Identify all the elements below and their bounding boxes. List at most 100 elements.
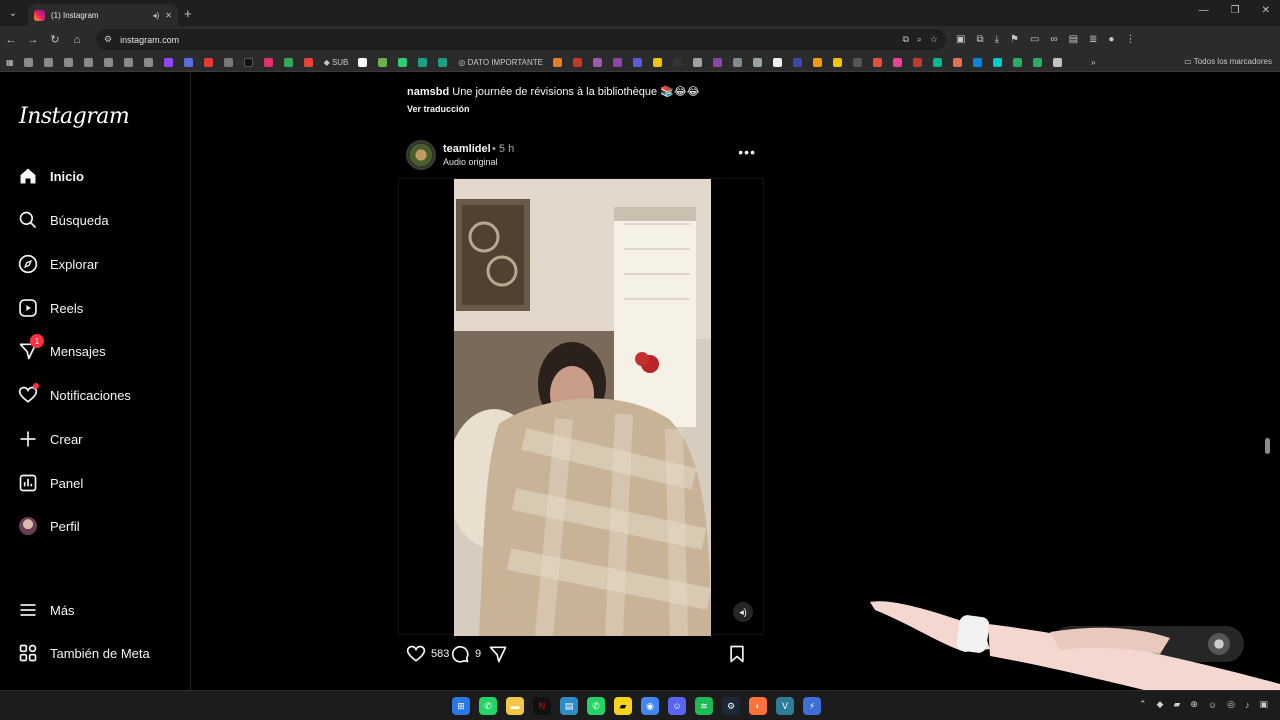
chevron-up-icon[interactable]: ⌃ [1139,699,1147,710]
bookmark-icon[interactable] [693,57,703,67]
post-avatar[interactable] [406,140,436,170]
bookmark-icon[interactable] [418,57,428,67]
discord-icon[interactable]: ☺ [668,697,686,715]
microphone-icon[interactable]: ♪ [1245,700,1250,710]
bookmark-icon[interactable] [813,57,823,67]
tab-search-icon[interactable]: ⌄ [4,4,22,22]
reel-video[interactable] [454,179,711,636]
tray-icon[interactable]: ☺ [1208,700,1217,710]
bookmark-icon[interactable] [203,57,213,67]
spotify-icon[interactable]: ≋ [695,697,713,715]
chrome-icon[interactable]: ◉ [641,697,659,715]
netflix-icon[interactable]: N [533,697,551,715]
bookmark-icon[interactable] [773,57,783,67]
folder-icon[interactable] [143,57,153,67]
bookmark-icon[interactable] [163,57,173,67]
nav-perfil[interactable]: Perfil [18,512,80,540]
file-explorer-icon[interactable]: ▬ [506,697,524,715]
extension-icon[interactable]: ▭ [1030,34,1039,45]
tiktok-icon[interactable] [243,57,253,67]
tray-icon[interactable]: ▰ [1173,699,1180,710]
nav-busqueda[interactable]: Búsqueda [18,206,109,234]
bookmark-icon[interactable] [853,57,863,67]
bookmark-icon[interactable] [593,57,603,67]
steam-icon[interactable] [1053,57,1063,67]
bookmark-icon[interactable] [358,57,368,67]
install-icon[interactable]: ⧉ [902,34,908,45]
bookmark-icon[interactable] [653,57,663,67]
address-bar[interactable]: ⚙ instagram.com ⧉ ⌕ ☆ [96,29,946,50]
nav-mensajes[interactable]: 1 Mensajes [18,334,106,365]
apps-icon[interactable]: ▦ [6,58,14,67]
bookmark-icon[interactable] [1013,57,1023,67]
nav-panel[interactable]: Panel [18,469,83,497]
nav-mas[interactable]: Más [18,596,75,624]
bookmark-icon[interactable] [913,57,923,67]
bookmark-dato-importante[interactable]: ◎ DATO IMPORTANTE [458,58,543,67]
app-icon[interactable]: ▤ [560,697,578,715]
bookmark-icon[interactable] [833,57,843,67]
tray-icon[interactable]: ◎ [1227,699,1235,710]
share-button[interactable] [488,644,508,664]
bookmark-star-icon[interactable]: ☆ [930,34,938,45]
app-icon[interactable]: V [776,697,794,715]
tray-icon[interactable]: ▣ [1259,699,1268,710]
instagram-logo[interactable]: Instagram [19,104,130,129]
folder-icon[interactable] [63,57,73,67]
bookmark-icon[interactable] [613,57,623,67]
bookmark-icon[interactable] [753,57,763,67]
bookmark-icon[interactable] [223,57,233,67]
extension-icon[interactable]: ⧉ [976,34,983,45]
bookmark-icon[interactable] [713,57,723,67]
tray-icon[interactable]: ⊕ [1190,699,1198,710]
tray-icon[interactable]: ◆ [1157,699,1164,710]
more-options-icon[interactable]: ••• [738,144,756,160]
caption-username[interactable]: namsbd [407,86,449,98]
scrollbar-thumb[interactable] [1265,438,1270,454]
nav-inicio[interactable]: Inicio [18,162,84,190]
like-button[interactable]: 583 [406,644,449,664]
zoom-icon[interactable]: ⌕ [917,34,922,45]
reload-icon[interactable]: ↻ [44,33,66,46]
bookmark-icon[interactable] [183,57,193,67]
folder-icon[interactable] [23,57,33,67]
extension-icon[interactable]: ≣ [1089,34,1097,45]
forward-icon[interactable]: → [22,34,44,46]
folder-icon[interactable] [123,57,133,67]
bookmark-icon[interactable] [993,57,1003,67]
more-bookmarks-icon[interactable]: » [1091,58,1095,67]
sticky-notes-icon[interactable]: ▰ [614,697,632,715]
profile-icon[interactable]: ● [1108,34,1114,45]
bookmark-icon[interactable] [953,57,963,67]
bookmark-icon[interactable] [633,57,643,67]
audio-toggle-icon[interactable]: ◂) [733,602,753,622]
speaker-icon[interactable]: ◂) [153,11,160,20]
nav-reels[interactable]: Reels [18,294,83,322]
bookmark-icon[interactable] [793,57,803,67]
restore-icon[interactable]: ❐ [1231,5,1240,16]
bookmark-icon[interactable] [1033,57,1043,67]
bookmark-icon[interactable] [973,57,983,67]
extension-icon[interactable]: ⚑ [1010,34,1019,45]
save-button[interactable] [727,644,747,664]
link-icon[interactable]: ∞ [1050,34,1057,45]
new-tab-button[interactable]: + [184,6,192,21]
whatsapp-icon[interactable]: ✆ [587,697,605,715]
minimize-icon[interactable]: — [1199,5,1209,16]
folder-icon[interactable] [103,57,113,67]
bookmark-icon[interactable] [873,57,883,67]
firefox-icon[interactable]: ◐ [749,697,767,715]
extension-icon[interactable]: ▤ [1069,34,1078,45]
close-window-icon[interactable]: ✕ [1262,5,1270,16]
bookmark-icon[interactable] [398,57,408,67]
home-browser-icon[interactable]: ⌂ [66,34,88,46]
bookmark-icon[interactable] [378,57,388,67]
extension-icon[interactable]: ▣ [956,34,965,45]
steam-icon[interactable]: ⚙ [722,697,740,715]
bookmark-icon[interactable] [438,57,448,67]
nav-notificaciones[interactable]: Notificaciones [18,381,131,409]
folder-icon[interactable] [43,57,53,67]
whatsapp-icon[interactable]: ✆ [479,697,497,715]
bookmark-icon[interactable] [893,57,903,67]
app-icon[interactable]: ⚡ [803,697,821,715]
